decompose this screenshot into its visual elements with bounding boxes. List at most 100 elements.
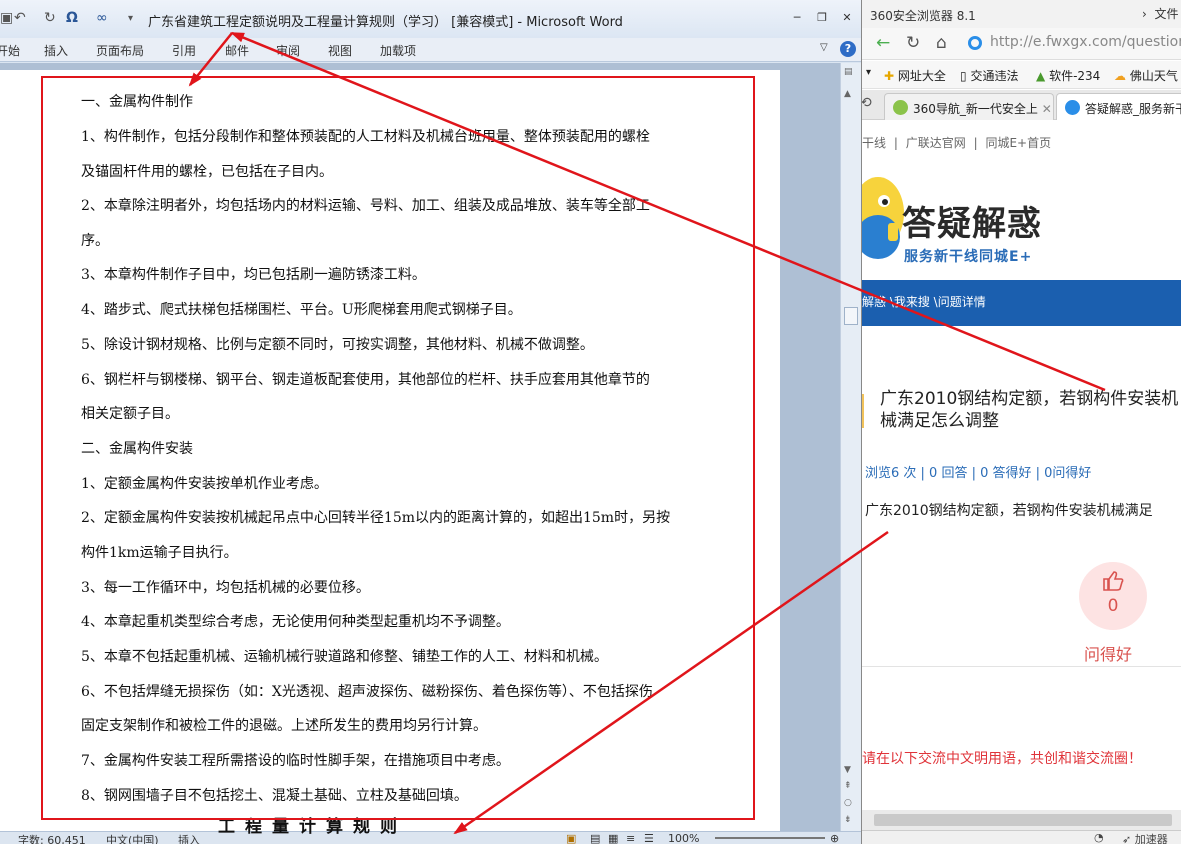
like-count: 0 — [1107, 596, 1119, 616]
previous-page-icon[interactable]: ⇞ — [844, 781, 852, 791]
browser-title: 360安全浏览器 8.1 — [870, 9, 976, 23]
tab-home[interactable]: 开始 — [0, 42, 20, 59]
like-button[interactable]: 0 — [1079, 562, 1147, 630]
file-menu[interactable]: › 文件 — [1142, 5, 1178, 22]
question-stats: 浏览6 次 | 0 回答 | 0 答得好 | 0问得好 — [865, 466, 1092, 481]
refresh-icon[interactable]: ↻ — [906, 33, 920, 53]
site-logo-title[interactable]: 答疑解惑 — [902, 196, 1042, 245]
accelerator-button[interactable]: ➶ 加速器 — [1122, 831, 1168, 844]
doc-paragraph: 相关定额子目。 — [81, 406, 179, 422]
favorite-link[interactable]: ▯ 交通违法 — [960, 67, 1018, 84]
page-icon: ▯ — [960, 69, 967, 83]
tab-360-nav[interactable]: 360导航_新一代安全上 ✕ — [884, 93, 1054, 120]
minimize-icon[interactable]: ─ — [790, 12, 804, 24]
link-separator: | — [893, 136, 898, 150]
tab-references[interactable]: 引用 — [172, 42, 196, 59]
redo-icon[interactable]: ↻ — [44, 10, 56, 26]
360-logo-icon — [893, 100, 908, 115]
section-heading: 二、金属构件安装 — [81, 441, 193, 457]
zoom-slider[interactable] — [715, 837, 825, 839]
close-icon[interactable]: ✕ — [840, 12, 854, 24]
chevron-right-icon: › — [1142, 7, 1147, 21]
site-tab-icon — [1065, 100, 1080, 115]
scroll-down-icon[interactable]: ▼ — [844, 765, 851, 775]
breadcrumb[interactable]: 解惑 \我来搜 \问题详情 — [862, 293, 986, 310]
print-layout-icon[interactable]: ▣ — [566, 832, 576, 844]
horizontal-scrollbar[interactable] — [862, 810, 1181, 830]
doc-paragraph: 1、构件制作，包括分段制作和整体预装配的人工材料及机械台班用量、整体预装配用的螺… — [81, 129, 650, 145]
question-title: 广东2010钢结构定额，若钢构件安装机械满足怎么调整 — [880, 389, 1179, 431]
tab-insert[interactable]: 插入 — [44, 42, 68, 59]
tab-review[interactable]: 审阅 — [276, 42, 300, 59]
site-link[interactable]: 干线 — [862, 136, 886, 150]
insert-mode[interactable]: 插入 — [178, 832, 200, 844]
site-icon — [968, 36, 982, 50]
doc-paragraph: 2、本章除注明者外，均包括场内的材料运输、号料、加工、组装及成品堆放、装车等全部… — [81, 198, 650, 214]
browse-object-icon[interactable]: ○ — [844, 798, 852, 808]
vertical-scrollbar[interactable]: ▤ ▲ ▼ ⇞ ○ ⇟ — [840, 63, 861, 831]
tab-mailings[interactable]: 邮件 — [225, 42, 249, 59]
insert-symbol-icon[interactable]: Ω — [66, 10, 78, 26]
outline-icon[interactable]: ≡ — [626, 832, 635, 844]
doc-paragraph: 7、金属构件安装工程所需搭设的临时性脚手架，在措施项目中考虑。 — [81, 753, 510, 769]
doc-paragraph: 6、钢栏杆与钢楼梯、钢平台、钢走道板配套使用，其他部位的栏杆、扶手应套用其他章节… — [81, 372, 650, 388]
expand-ribbon-icon[interactable]: ▽ — [820, 42, 828, 53]
doc-paragraph: 5、本章不包括起重机械、运输机械行驶道路和修整、铺垫工作的人工、材料和机械。 — [81, 649, 608, 665]
privacy-icon[interactable]: ◔ — [1094, 831, 1104, 844]
like-label[interactable]: 问得好 — [1084, 641, 1132, 665]
doc-paragraph: 2、定额金属构件安装按机械起吊点中心回转半径15m以内的距离计算的，如超出15m… — [81, 510, 671, 526]
globe-icon: ✚ — [884, 69, 895, 83]
word-count[interactable]: 字数: 60,451 — [18, 832, 86, 844]
tab-page-layout[interactable]: 页面布局 — [96, 42, 144, 59]
question-body: 广东2010钢结构定额，若钢构件安装机械满足 — [865, 503, 1153, 519]
browser-nav-bar: ← ↻ ⌂ http://e.fwxgx.com/question_ — [862, 28, 1181, 60]
favorite-link[interactable]: ✚ 网址大全 — [884, 67, 946, 84]
scroll-thumb[interactable] — [844, 307, 858, 325]
doc-paragraph: 4、本章起重机类型综合考虑，无论使用何种类型起重机均不予调整。 — [81, 614, 510, 630]
site-link[interactable]: 广联达官网 — [906, 136, 966, 150]
ruler-toggle-icon[interactable]: ▤ — [844, 67, 853, 77]
browser-tab-strip: ⟲ 360导航_新一代安全上 ✕ 答疑解惑_服务新干 — [862, 90, 1181, 120]
doc-paragraph: 6、不包括焊缝无损探伤（如：X光透视、超声波探伤、磁粉探伤、着色探伤等）、不包括… — [81, 684, 653, 700]
language-indicator[interactable]: 中文(中国) — [106, 832, 159, 844]
tab-addins[interactable]: 加载项 — [380, 42, 416, 59]
window-title: 广东省建筑工程定额说明及工程量计算规则（学习） [兼容模式] - Microso… — [148, 15, 623, 30]
tab-view[interactable]: 视图 — [328, 42, 352, 59]
close-tab-icon[interactable]: ✕ — [1042, 102, 1052, 116]
reading-layout-icon[interactable]: ▤ — [590, 832, 600, 844]
home-icon[interactable]: ⌂ — [936, 33, 947, 53]
doc-paragraph: 构件1km运输子目执行。 — [81, 545, 238, 561]
browser-title-bar: 360安全浏览器 8.1 › 文件 — [862, 0, 1181, 28]
doc-paragraph: 及锚固杆件用的螺栓，已包括在子目内。 — [81, 164, 333, 180]
site-nav-bar: 解惑 \我来搜 \问题详情 — [862, 280, 1181, 326]
doc-paragraph: 4、踏步式、爬式扶梯包括梯围栏、平台。U形爬梯套用爬式钢梯子目。 — [81, 302, 522, 318]
customize-toolbar-icon[interactable]: ▾ — [128, 13, 133, 24]
draft-icon[interactable]: ☰ — [644, 832, 654, 844]
help-icon[interactable]: ? — [840, 41, 856, 57]
site-top-links: 干线 | 广联达官网 | 同城E+首页 — [862, 134, 1055, 151]
favorite-link[interactable]: ▲ 软件-234 — [1036, 67, 1100, 84]
save-icon[interactable]: ▣ — [0, 10, 13, 26]
restore-icon[interactable]: ❐ — [815, 12, 829, 24]
equation-icon[interactable]: ∞ — [96, 10, 108, 26]
web-layout-icon[interactable]: ▦ — [608, 832, 618, 844]
favorites-bar: ▾ ✚ 网址大全 ▯ 交通违法 ▲ 软件-234 ☁ 佛山天气 — [862, 61, 1181, 89]
tab-scroll-icon[interactable]: ⟲ — [862, 95, 872, 111]
zoom-level[interactable]: 100% — [668, 832, 699, 844]
zoom-in-icon[interactable]: ⊕ — [830, 832, 839, 844]
file-menu-label: 文件 — [1154, 7, 1179, 21]
favorite-link[interactable]: ☁ 佛山天气 — [1114, 67, 1178, 84]
site-link[interactable]: 同城E+首页 — [985, 136, 1051, 150]
scroll-up-icon[interactable]: ▲ — [844, 89, 851, 99]
undo-icon[interactable]: ↶ — [14, 10, 26, 26]
doc-paragraph: 3、本章构件制作子目中，均已包括刷一遍防锈漆工料。 — [81, 267, 426, 283]
doc-paragraph: 5、除设计钢材规格、比例与定额不同时，可按实调整，其他材料、机械不做调整。 — [81, 337, 594, 353]
tab-qa-site[interactable]: 答疑解惑_服务新干 — [1056, 93, 1181, 120]
favorites-dropdown-icon[interactable]: ▾ — [866, 67, 871, 78]
doc-paragraph: 8、钢网围墙子目不包括挖土、混凝土基础、立柱及基础回填。 — [81, 788, 468, 804]
doc-paragraph: 1、定额金属构件安装按单机作业考虑。 — [81, 476, 328, 492]
scroll-thumb[interactable] — [874, 814, 1172, 826]
address-bar[interactable]: http://e.fwxgx.com/question_ — [990, 34, 1181, 50]
next-page-icon[interactable]: ⇟ — [844, 815, 852, 825]
back-icon[interactable]: ← — [876, 33, 890, 53]
